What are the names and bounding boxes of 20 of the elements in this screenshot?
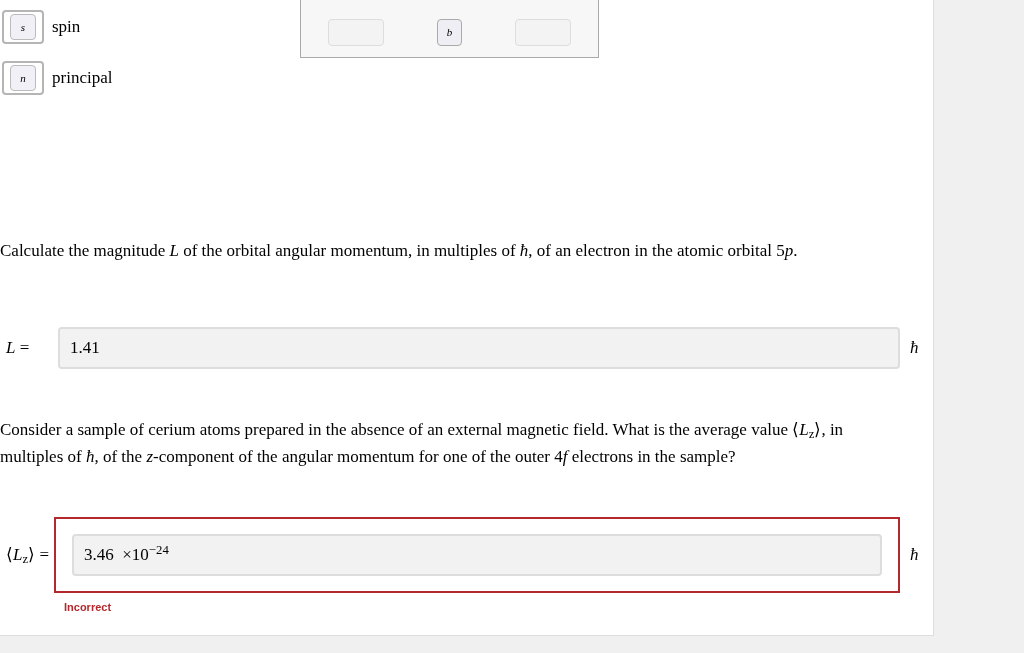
answer-field[interactable]: 3.46 ×10$^{−24}$ (72, 534, 882, 576)
symbol-tile[interactable]: n (10, 65, 36, 91)
answer-label: ⟨L$_{z}$⟩ = (5, 544, 50, 568)
tile-label: principal (52, 67, 113, 90)
question-text: Calculate the magnitude L of the orbital angular momentum, in multiples of ħ, of an electron in the atomic orbital 5p. (0, 240, 799, 262)
tile-slot[interactable]: s (2, 10, 44, 44)
empty-drop-slot[interactable] (515, 19, 571, 46)
unit-label: ħ (910, 544, 919, 567)
tile-label: spin (52, 16, 81, 39)
symbol-tile[interactable]: b (437, 19, 462, 46)
tile-slot[interactable]: n (2, 61, 44, 95)
answer-field[interactable]: 1.41 (58, 327, 900, 369)
feedback-text: Incorrect (64, 600, 113, 615)
answer-label: L = (5, 337, 31, 360)
question-text: Consider a sample of cerium atoms prepared in the absence of an external magnetic field. What is the average value ⟨L$_{z}$⟩, in multiples of ħ, of the z-component of the angular momentum for one of the outer 4f electrons in the sample? (0, 419, 845, 468)
unit-label: ħ (910, 337, 919, 360)
symbol-tile[interactable]: s (10, 14, 36, 40)
empty-drop-slot[interactable] (328, 19, 384, 46)
answer-value: 1.41 (70, 337, 100, 360)
answer-value: 3.46 ×10$^{−24}$ (84, 542, 169, 567)
